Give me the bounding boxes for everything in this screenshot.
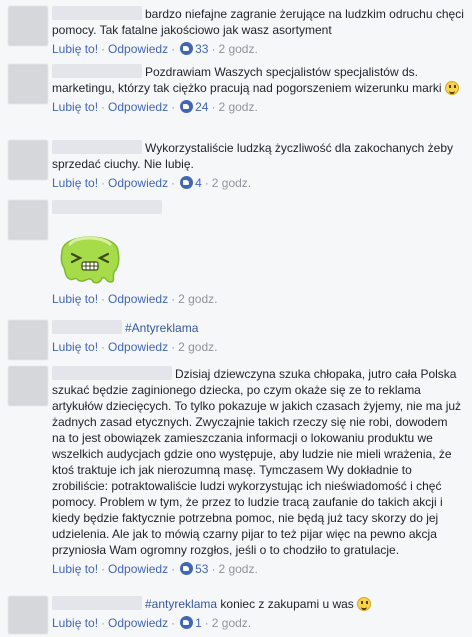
timestamp[interactable]: 2 godz. [218, 562, 257, 576]
like-icon[interactable] [180, 616, 194, 629]
separator: · [101, 616, 106, 630]
like-count[interactable]: 33 [195, 42, 208, 56]
like-count[interactable]: 1 [195, 616, 202, 630]
separator: · [101, 176, 106, 190]
separator: · [211, 100, 216, 114]
like-button[interactable]: Lubię to! [52, 562, 98, 576]
timestamp[interactable]: 2 godz. [218, 42, 257, 56]
like-icon[interactable] [180, 562, 194, 575]
separator: · [171, 562, 176, 576]
like-icon[interactable] [180, 42, 194, 55]
reply-button[interactable]: Odpowiedz [108, 292, 168, 306]
comment-actions: Lubię to! · Odpowiedz · 53 · 2 godz. [52, 561, 464, 577]
avatar[interactable] [8, 366, 48, 406]
separator: · [204, 176, 209, 190]
avatar[interactable] [8, 200, 48, 240]
separator: · [101, 292, 106, 306]
separator: · [101, 340, 106, 354]
author-name-redacted[interactable] [52, 64, 142, 78]
comment-text-block: bardzo niefajne zagranie żerujące na lud… [52, 6, 464, 38]
author-name-redacted[interactable] [52, 366, 172, 380]
comment-actions: Lubię to! · Odpowiedz · 4 · 2 godz. [52, 175, 464, 191]
like-button[interactable]: Lubię to! [52, 616, 98, 630]
avatar[interactable] [8, 64, 48, 104]
like-icon[interactable] [180, 176, 194, 189]
comment-text-block: Wykorzystaliście ludzką życzliwość dla z… [52, 140, 464, 172]
laughing-emoji-icon [444, 81, 459, 95]
reply-button[interactable]: Odpowiedz [108, 42, 168, 56]
separator: · [171, 340, 176, 354]
timestamp[interactable]: 2 godz. [178, 292, 217, 306]
separator: · [171, 42, 176, 56]
sticker-image [60, 236, 120, 284]
like-button[interactable]: Lubię to! [52, 176, 98, 190]
like-button[interactable]: Lubię to! [52, 42, 98, 56]
separator: · [101, 562, 106, 576]
like-button[interactable]: Lubię to! [52, 100, 98, 114]
like-button[interactable]: Lubię to! [52, 340, 98, 354]
hashtag-link[interactable]: #Antyreklama [125, 321, 198, 335]
timestamp[interactable]: 2 godz. [178, 340, 217, 354]
hashtag-link[interactable]: #antyreklama [145, 597, 217, 611]
comment-actions: Lubię to! · Odpowiedz · 2 godz. [52, 291, 464, 307]
like-count[interactable]: 4 [195, 176, 202, 190]
sick-green-blob-sticker[interactable] [54, 222, 126, 288]
avatar[interactable] [8, 320, 48, 360]
comment-thread: bardzo niefajne zagranie żerujące na lud… [0, 0, 472, 637]
avatar[interactable] [8, 596, 48, 634]
comment-text-block: Pozdrawiam Waszych specjalistów specjali… [52, 64, 464, 96]
comment-text-block: #antyreklama koniec z zakupami u was [52, 596, 464, 612]
separator: · [171, 292, 176, 306]
separator: · [101, 100, 106, 114]
comment-actions: Lubię to! · Odpowiedz · 24 · 2 godz. [52, 99, 464, 115]
comment-actions: Lubię to! · Odpowiedz · 1 · 2 godz. [52, 615, 464, 631]
timestamp[interactable]: 2 godz. [212, 616, 251, 630]
author-name-redacted[interactable] [52, 200, 162, 214]
separator: · [211, 42, 216, 56]
like-icon[interactable] [180, 100, 194, 113]
reply-button[interactable]: Odpowiedz [108, 100, 168, 114]
timestamp[interactable]: 2 godz. [218, 100, 257, 114]
author-name-redacted[interactable] [52, 140, 142, 154]
timestamp[interactable]: 2 godz. [212, 176, 251, 190]
like-button[interactable]: Lubię to! [52, 292, 98, 306]
comment-actions: Lubię to! · Odpowiedz · 33 · 2 godz. [52, 41, 464, 57]
separator: · [204, 616, 209, 630]
separator: · [171, 100, 176, 114]
author-name-redacted[interactable] [52, 596, 142, 610]
comment-text: koniec z zakupami u was [220, 597, 354, 611]
reply-button[interactable]: Odpowiedz [108, 616, 168, 630]
author-name-redacted[interactable] [52, 320, 122, 334]
comment-text-block: Dzisiaj dziewczyna szuka chłopaka, jutro… [52, 366, 464, 558]
separator: · [211, 562, 216, 576]
separator: · [171, 616, 176, 630]
comment-text-block: #Antyreklama [52, 320, 464, 336]
reply-button[interactable]: Odpowiedz [108, 176, 168, 190]
avatar[interactable] [8, 140, 48, 180]
smiling-emoji-icon [357, 597, 372, 611]
like-count[interactable]: 53 [195, 562, 208, 576]
reply-button[interactable]: Odpowiedz [108, 562, 168, 576]
separator: · [171, 176, 176, 190]
comment-text: Dzisiaj dziewczyna szuka chłopaka, jutro… [52, 367, 462, 557]
comment-actions: Lubię to! · Odpowiedz · 2 godz. [52, 339, 464, 355]
like-count[interactable]: 24 [195, 100, 208, 114]
separator: · [101, 42, 106, 56]
author-name-redacted[interactable] [52, 6, 142, 20]
avatar[interactable] [8, 6, 48, 46]
reply-button[interactable]: Odpowiedz [108, 340, 168, 354]
